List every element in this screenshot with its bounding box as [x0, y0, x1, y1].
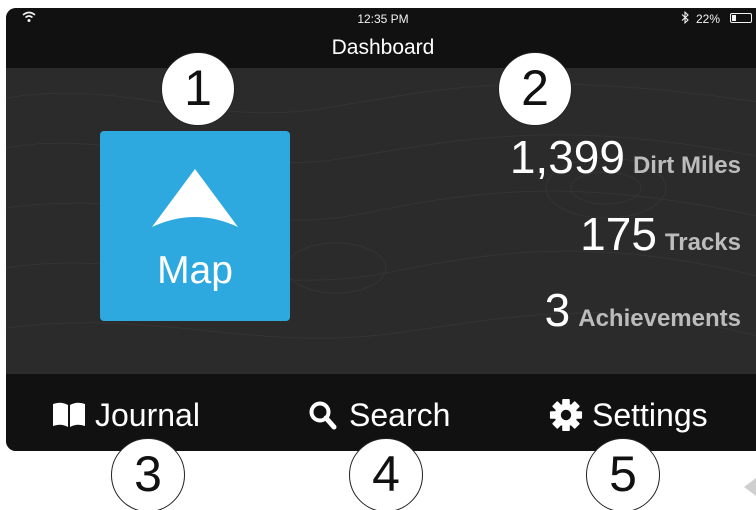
stat-label: Achievements — [578, 305, 741, 332]
battery-icon — [730, 13, 752, 23]
gear-icon — [549, 398, 583, 432]
callout-2: 2 — [498, 52, 572, 126]
status-bar: 12:35 PM 22% — [6, 8, 756, 30]
stat-label: Tracks — [664, 229, 741, 256]
stat-achievements: 3 Achievements — [545, 283, 741, 337]
stat-value: 3 — [544, 284, 571, 336]
settings-label: Settings — [592, 396, 708, 433]
status-time: 12:35 PM — [357, 12, 409, 26]
search-button[interactable]: Search — [307, 395, 450, 435]
page-title: Dashboard — [331, 36, 435, 59]
map-button[interactable]: Map — [100, 131, 290, 321]
stat-dirt-miles: 1,399 Dirt Miles — [510, 130, 741, 184]
settings-button[interactable]: Settings — [548, 395, 708, 435]
corner-shape — [744, 478, 756, 496]
journal-button[interactable]: Journal — [51, 395, 200, 435]
title-bar: Dashboard — [6, 30, 756, 68]
stat-value: 175 — [580, 208, 657, 260]
stat-tracks: 175 Tracks — [580, 207, 741, 261]
callout-1: 1 — [161, 52, 235, 126]
bluetooth-icon — [681, 11, 689, 24]
callout-4: 4 — [349, 438, 423, 510]
stat-value: 1,399 — [509, 131, 625, 183]
journal-label: Journal — [95, 396, 200, 433]
battery-percent: 22% — [696, 12, 721, 26]
search-icon — [309, 401, 337, 430]
navigation-arrow-icon — [152, 169, 238, 227]
tablet-screen: 12:35 PM 22% Dashboard Map 1,399 Dirt Mil… — [6, 8, 756, 451]
callout-5: 5 — [586, 438, 660, 510]
map-button-label: Map — [157, 249, 233, 292]
search-label: Search — [349, 396, 451, 433]
book-icon — [53, 402, 85, 427]
callout-3: 3 — [111, 438, 185, 510]
battery-fill — [732, 15, 736, 21]
stat-label: Dirt Miles — [632, 152, 741, 179]
